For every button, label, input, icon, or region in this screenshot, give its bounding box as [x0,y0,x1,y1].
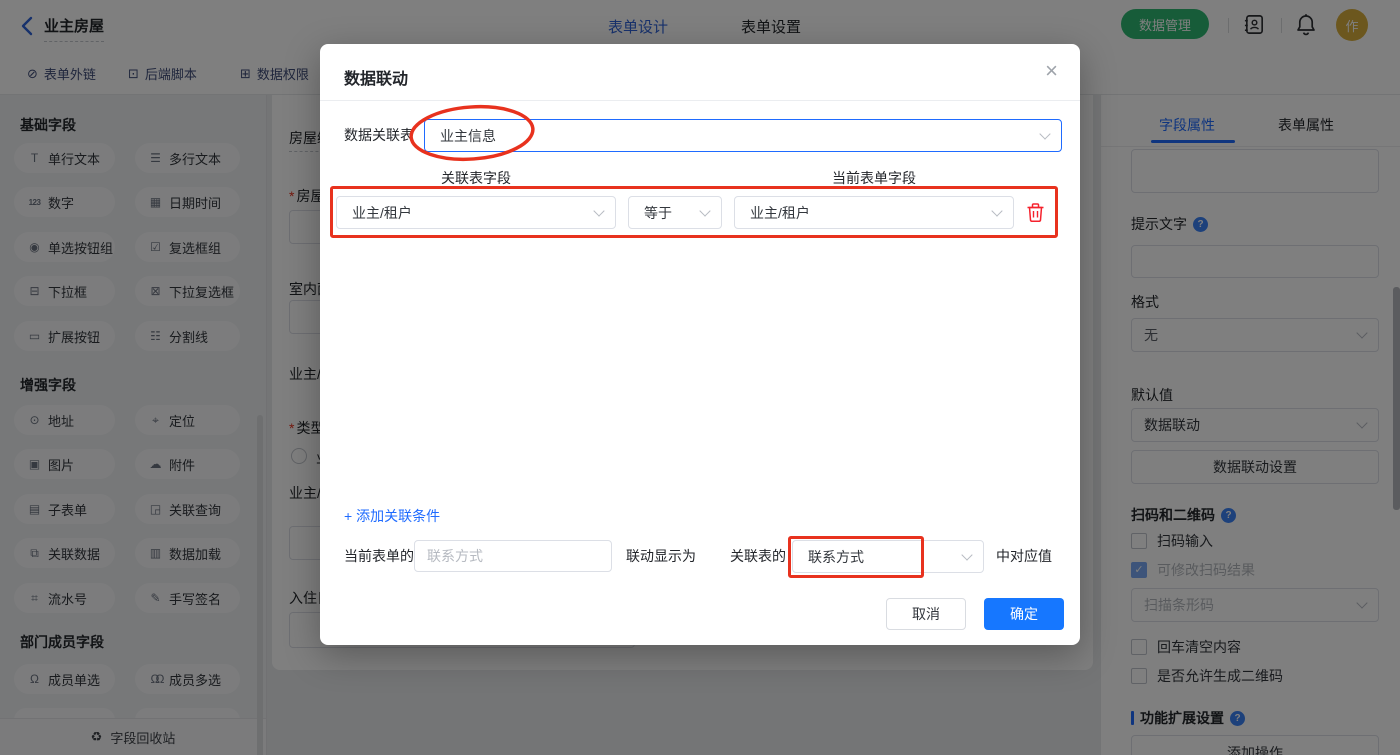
chevron-down-icon [1039,128,1050,139]
condition-right-field-select[interactable]: 业主/租户 [734,196,1014,229]
data-linkage-modal: 数据联动 × 数据关联表 业主信息 关联表字段 当前表单字段 业主/租户 等于 … [320,44,1080,645]
chevron-down-icon [699,205,710,216]
relation-table-select[interactable]: 业主信息 [424,119,1062,152]
condition-left-field-select[interactable]: 业主/租户 [336,196,616,229]
condition-operator-select[interactable]: 等于 [628,196,722,229]
value-suffix-text: 中对应值 [996,540,1052,572]
relation-table-prefix: 关联表的 [730,540,786,572]
close-icon[interactable]: × [1045,60,1058,82]
linkage-display-text: 联动显示为 [626,540,696,572]
chevron-down-icon [991,205,1002,216]
current-field-input[interactable]: 联系方式 [414,540,612,572]
modal-header-divider [320,100,1080,101]
column-header-current-field: 当前表单字段 [734,168,1014,188]
cancel-button[interactable]: 取消 [886,598,966,630]
relation-field-select[interactable]: 联系方式 [792,540,984,573]
current-form-prefix: 当前表单的 [344,540,414,572]
add-condition-link[interactable]: + 添加关联条件 [344,506,440,526]
modal-title: 数据联动 [344,65,408,89]
delete-condition-trash-icon[interactable] [1026,202,1045,222]
confirm-button[interactable]: 确定 [984,598,1064,630]
chevron-down-icon [593,205,604,216]
chevron-down-icon [961,549,972,560]
form-designer-app: 业主房屋 表单设计 表单设置 数据管理 作 ⊘ 表单外链 ⊡ 后端脚本 [0,0,1400,755]
column-header-relation-field: 关联表字段 [336,168,616,188]
relation-table-label: 数据关联表 [344,119,414,151]
